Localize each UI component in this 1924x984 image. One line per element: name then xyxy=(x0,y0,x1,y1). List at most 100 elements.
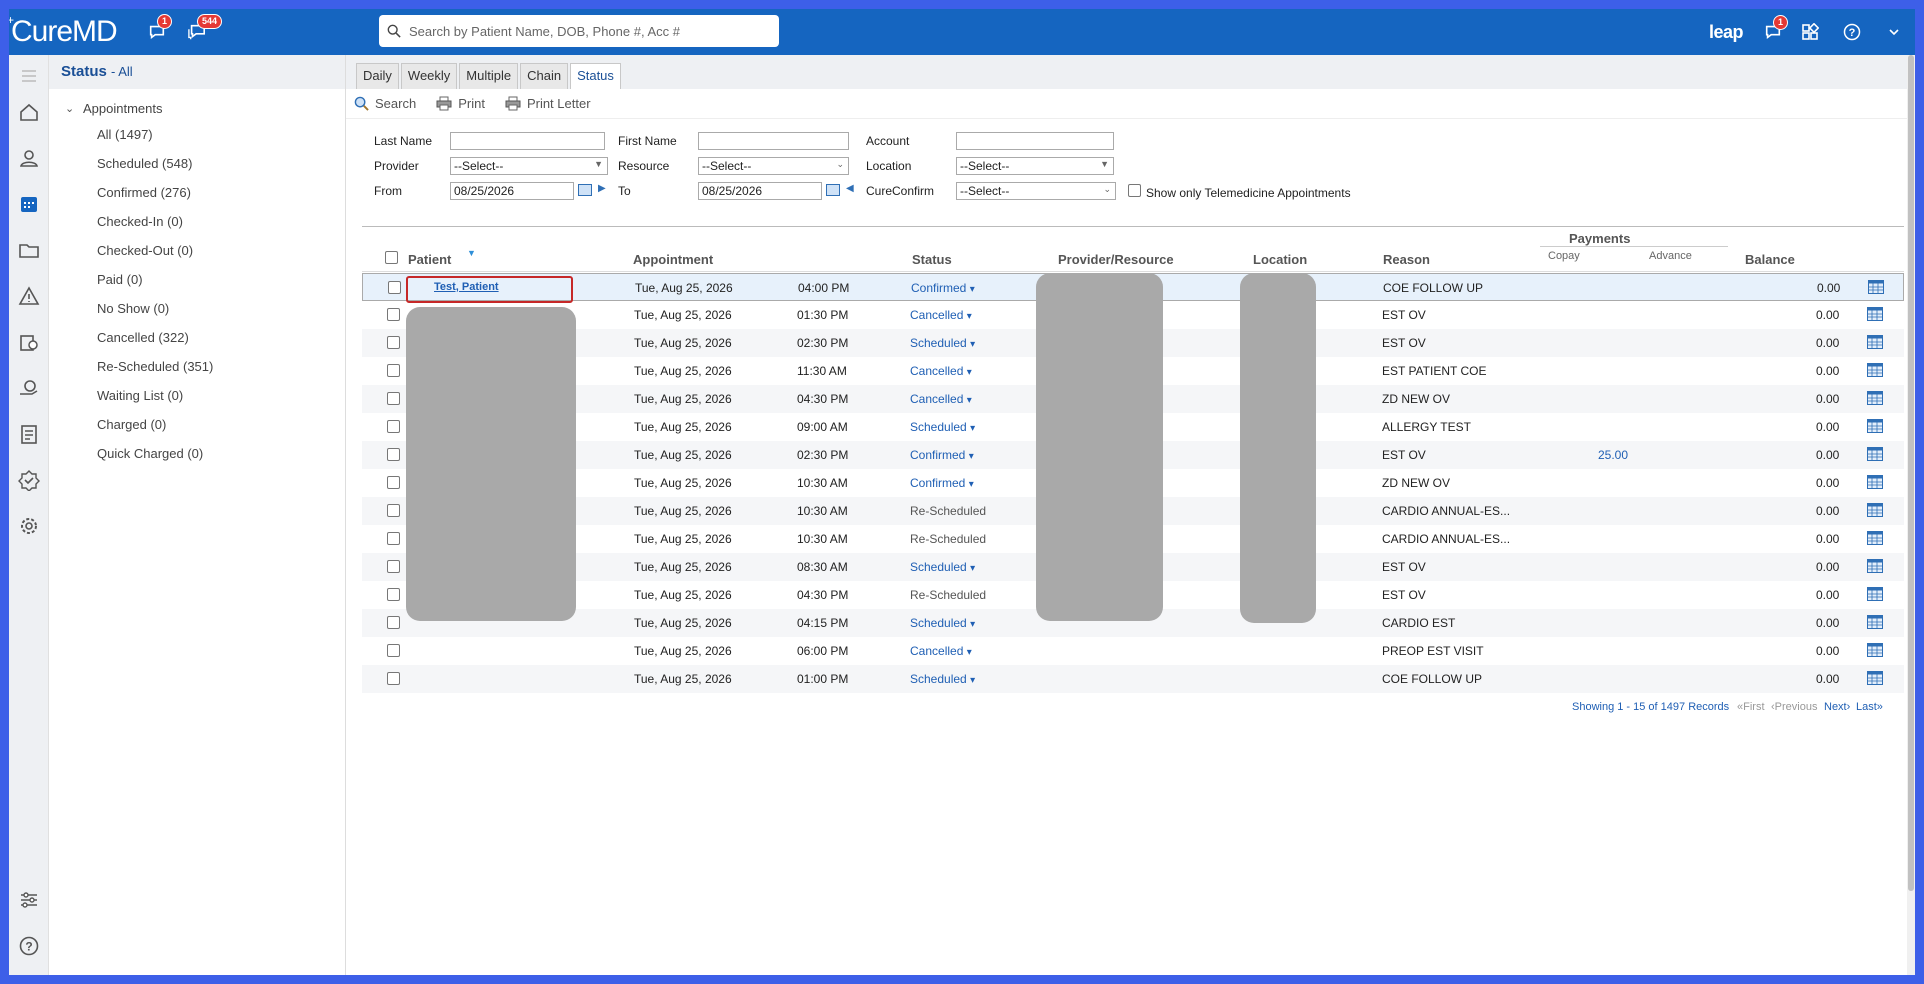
sidebar-item-paid[interactable]: Paid (0) xyxy=(97,265,345,294)
gear-icon[interactable] xyxy=(18,515,40,537)
row-checkbox[interactable] xyxy=(387,476,400,489)
table-row[interactable]: Tue, Aug 25, 2026 06:00 PM Cancelled ▾ PREO… xyxy=(362,637,1904,665)
row-checkbox[interactable] xyxy=(387,672,400,685)
row-checkbox[interactable] xyxy=(387,448,400,461)
row-checkbox[interactable] xyxy=(387,532,400,545)
col-status[interactable]: Status xyxy=(912,252,952,267)
grid-detail-icon[interactable] xyxy=(1867,615,1883,629)
tab-status[interactable]: Status xyxy=(570,63,621,89)
provider-select[interactable]: --Select-- ▼ xyxy=(450,157,608,175)
status-dropdown-icon[interactable]: ▾ xyxy=(970,284,975,295)
sidebar-item-quick-charged[interactable]: Quick Charged (0) xyxy=(97,439,345,468)
cureconfirm-select[interactable]: --Select-- ⌄ xyxy=(956,182,1116,200)
account-input[interactable] xyxy=(956,132,1114,150)
help-icon[interactable]: ? xyxy=(1831,9,1873,55)
col-copay[interactable]: Copay xyxy=(1548,250,1580,262)
reports-icon[interactable] xyxy=(18,423,40,445)
row-checkbox[interactable] xyxy=(387,336,400,349)
grid-detail-icon[interactable] xyxy=(1867,307,1883,321)
calendar-icon[interactable] xyxy=(578,184,592,196)
status-dropdown-icon[interactable]: ▾ xyxy=(969,451,974,462)
status-value[interactable]: Cancelled ▾ xyxy=(910,364,972,378)
status-dropdown-icon[interactable]: ▾ xyxy=(967,311,972,322)
status-value[interactable]: Confirmed ▾ xyxy=(911,281,975,295)
messages-icon[interactable]: 544 xyxy=(183,14,223,46)
status-value[interactable]: Cancelled ▾ xyxy=(910,644,972,658)
status-value[interactable]: Confirmed ▾ xyxy=(910,476,974,490)
row-checkbox[interactable] xyxy=(387,308,400,321)
folder-icon[interactable] xyxy=(18,239,40,261)
status-value[interactable]: Scheduled ▾ xyxy=(910,336,975,350)
calendar-icon[interactable] xyxy=(18,193,40,215)
status-dropdown-icon[interactable]: ▾ xyxy=(969,479,974,490)
sidebar-item-checked-out[interactable]: Checked-Out (0) xyxy=(97,236,345,265)
sidebar-item-scheduled[interactable]: Scheduled (548) xyxy=(97,149,345,178)
alert-icon[interactable] xyxy=(18,285,40,307)
grid-detail-icon[interactable] xyxy=(1867,363,1883,377)
chat-icon[interactable]: 1 xyxy=(143,14,173,46)
grid-detail-icon[interactable] xyxy=(1867,475,1883,489)
search-input[interactable] xyxy=(409,23,769,39)
sidebar-item-cancelled[interactable]: Cancelled (322) xyxy=(97,323,345,352)
billing-icon[interactable] xyxy=(18,331,40,353)
row-checkbox[interactable] xyxy=(387,364,400,377)
resource-select[interactable]: --Select-- ⌄ xyxy=(698,157,849,175)
to-date-input[interactable] xyxy=(698,182,822,200)
apps-icon[interactable] xyxy=(1789,9,1831,55)
row-checkbox[interactable] xyxy=(387,588,400,601)
chevron-down-icon[interactable]: ⌄ xyxy=(65,102,83,115)
row-checkbox[interactable] xyxy=(387,504,400,517)
first-page-link[interactable]: «First xyxy=(1737,701,1765,713)
tab-chain[interactable]: Chain xyxy=(520,63,569,89)
row-checkbox[interactable] xyxy=(387,560,400,573)
from-date-input[interactable] xyxy=(450,182,574,200)
location-select[interactable]: --Select-- ▼ xyxy=(956,157,1114,175)
grid-detail-icon[interactable] xyxy=(1868,280,1884,294)
grid-detail-icon[interactable] xyxy=(1867,559,1883,573)
sidebar-item-confirmed[interactable]: Confirmed (276) xyxy=(97,178,345,207)
last-name-input[interactable] xyxy=(450,132,605,150)
print-button[interactable]: Print xyxy=(436,96,485,111)
status-value[interactable]: Confirmed ▾ xyxy=(910,448,974,462)
grid-detail-icon[interactable] xyxy=(1867,503,1883,517)
col-patient[interactable]: Patient xyxy=(408,252,451,267)
home-icon[interactable] xyxy=(18,101,40,123)
status-dropdown-icon[interactable]: ▾ xyxy=(970,339,975,350)
table-row[interactable]: Tue, Aug 25, 2026 01:00 PM Scheduled ▾ COE … xyxy=(362,665,1904,693)
scrollbar-thumb[interactable] xyxy=(1908,55,1914,891)
next-page-link[interactable]: Next› xyxy=(1824,701,1850,713)
telemedicine-checkbox[interactable] xyxy=(1128,184,1141,197)
last-page-link[interactable]: Last» xyxy=(1856,701,1883,713)
grid-detail-icon[interactable] xyxy=(1867,671,1883,685)
global-search[interactable] xyxy=(379,15,779,47)
print-letter-button[interactable]: Print Letter xyxy=(505,96,591,111)
tab-daily[interactable]: Daily xyxy=(356,63,399,89)
search-button[interactable]: Search xyxy=(354,96,416,111)
status-value[interactable]: Scheduled ▾ xyxy=(910,672,975,686)
previous-page-link[interactable]: ‹Previous xyxy=(1771,701,1817,713)
status-dropdown-icon[interactable]: ▾ xyxy=(970,619,975,630)
grid-detail-icon[interactable] xyxy=(1867,419,1883,433)
patient-icon[interactable] xyxy=(18,147,40,169)
help-circle-icon[interactable]: ? xyxy=(18,935,40,957)
tab-multiple[interactable]: Multiple xyxy=(459,63,519,89)
chevron-down-icon[interactable] xyxy=(1873,9,1915,55)
status-dropdown-icon[interactable]: ▾ xyxy=(967,395,972,406)
status-dropdown-icon[interactable]: ▾ xyxy=(967,647,972,658)
chat-right-icon[interactable]: 1 xyxy=(1757,9,1789,55)
status-dropdown-icon[interactable]: ▾ xyxy=(970,423,975,434)
prev-arrow-icon[interactable]: ◀ xyxy=(846,183,854,194)
status-value[interactable]: Scheduled ▾ xyxy=(910,420,975,434)
sidebar-item-no-show[interactable]: No Show (0) xyxy=(97,294,345,323)
sidebar-item-charged[interactable]: Charged (0) xyxy=(97,410,345,439)
sliders-icon[interactable] xyxy=(18,889,40,911)
curemd-logo[interactable]: + CureMD xyxy=(9,13,131,49)
tab-weekly[interactable]: Weekly xyxy=(400,63,458,89)
sidebar-item-checked-in[interactable]: Checked-In (0) xyxy=(97,207,345,236)
appointments-group[interactable]: ⌄ Appointments xyxy=(65,101,345,116)
select-all-checkbox[interactable] xyxy=(385,251,398,264)
status-value[interactable]: Cancelled ▾ xyxy=(910,308,972,322)
col-reason[interactable]: Reason xyxy=(1383,252,1430,267)
grid-detail-icon[interactable] xyxy=(1867,335,1883,349)
col-provider-resource[interactable]: Provider/Resource xyxy=(1058,252,1174,267)
